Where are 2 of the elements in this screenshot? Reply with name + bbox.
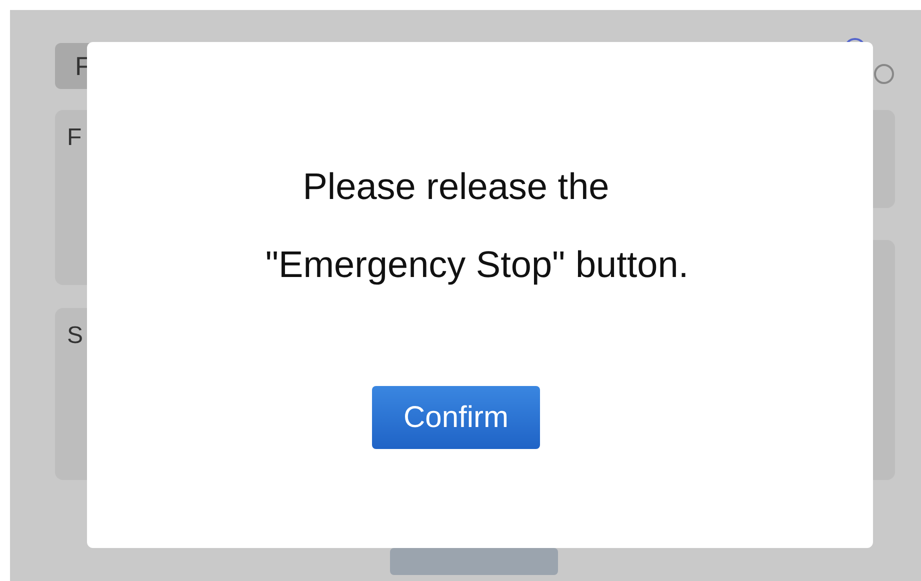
circle-icon[interactable] [873,63,895,85]
confirm-button[interactable]: Confirm [372,386,540,449]
